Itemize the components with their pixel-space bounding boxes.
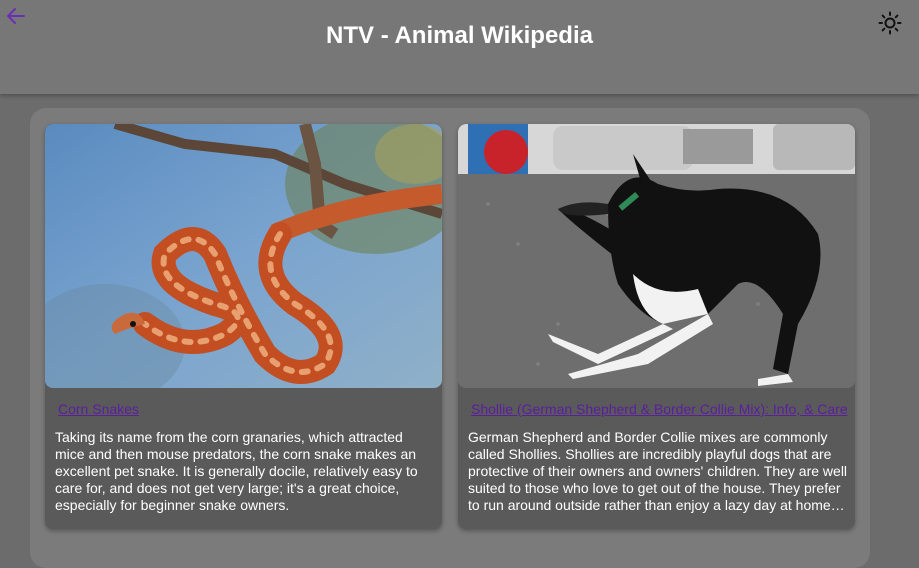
- card-title-link[interactable]: Shollie (German Shepherd & Border Collie…: [471, 401, 855, 417]
- corn-snake-image: [45, 124, 442, 388]
- card-description: German Shepherd and Border Collie mixes …: [468, 429, 848, 513]
- card-description: Taking its name from the corn granaries,…: [55, 429, 418, 513]
- card-title-link[interactable]: Corn Snakes: [58, 401, 428, 417]
- page-title: NTV - Animal Wikipedia: [326, 22, 593, 49]
- app-bar: NTV - Animal Wikipedia: [0, 0, 919, 94]
- theme-toggle-button[interactable]: [878, 11, 902, 35]
- sun-icon: [878, 11, 902, 35]
- animal-card-shollie[interactable]: Shollie (German Shepherd & Border Collie…: [458, 124, 855, 529]
- shollie-image: [458, 124, 855, 388]
- animal-card-corn-snakes[interactable]: Corn Snakes Taking its name from the cor…: [45, 124, 442, 529]
